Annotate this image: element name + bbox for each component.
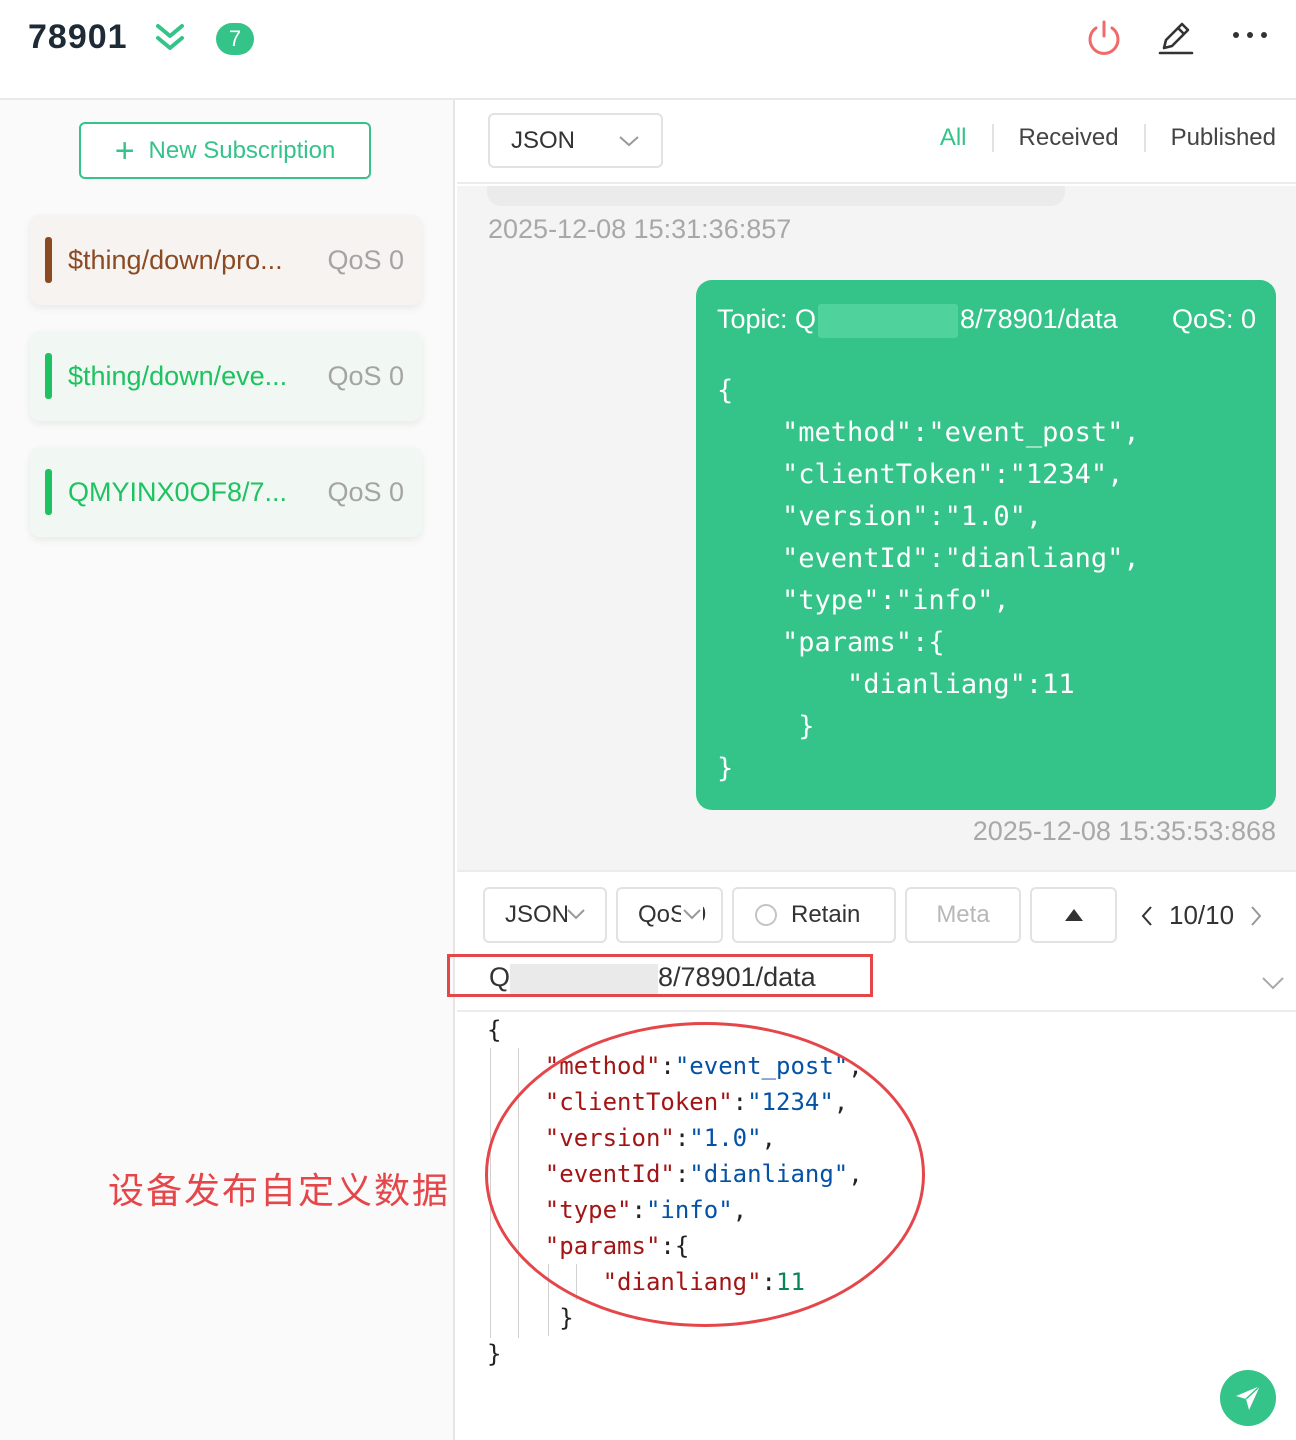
retain-toggle[interactable]: Retain <box>732 887 896 943</box>
meta-button[interactable]: Meta <box>905 887 1021 943</box>
chevron-down-icon <box>567 909 585 920</box>
chevrons-down-icon[interactable] <box>152 20 188 56</box>
publish-format-select[interactable]: JSON <box>483 887 607 943</box>
message-list[interactable]: 2025-12-08 15:31:36:857 Topic: Q 8/78901/… <box>457 186 1296 870</box>
message-tabs: All Received Published <box>915 124 1276 152</box>
tab-received[interactable]: Received <box>994 124 1144 152</box>
triangle-up-icon <box>1064 909 1083 921</box>
subscription-item[interactable]: $thing/down/eve... QoS 0 <box>30 331 422 421</box>
previous-message-bubble <box>487 186 1065 206</box>
edit-icon[interactable] <box>1156 18 1196 58</box>
annotation-text: 设备发布自定义数据 <box>108 1170 451 1211</box>
retain-label: Retain <box>791 901 861 928</box>
chevron-down-icon <box>681 903 703 925</box>
subscription-sidebar: + New Subscription $thing/down/pro... Qo… <box>0 100 455 1440</box>
message-timestamp: 2025-12-08 15:35:53:868 <box>972 816 1276 846</box>
page-indicator: 10/10 <box>1169 900 1235 930</box>
collapse-button[interactable] <box>1030 887 1117 943</box>
send-icon <box>1236 1385 1261 1410</box>
new-subscription-label: New Subscription <box>148 136 336 164</box>
redacted-area <box>818 304 959 338</box>
subscription-color-bar <box>45 353 52 399</box>
payload-format-value: JSON <box>511 126 576 154</box>
subscription-topic: $thing/down/eve... <box>68 360 288 391</box>
message-topic-prefix: Topic: Q <box>717 304 817 335</box>
chevron-right-icon[interactable] <box>1246 904 1266 928</box>
meta-label: Meta <box>936 901 990 928</box>
send-button[interactable] <box>1220 1370 1276 1426</box>
subscription-item[interactable]: QMYINX0OF8/7... QoS 0 <box>30 447 422 537</box>
subscription-qos: QoS 0 <box>327 360 404 391</box>
subscription-color-bar <box>45 469 52 515</box>
subscription-topic: $thing/down/pro... <box>68 244 283 275</box>
top-header: 78901 7 <box>0 0 1296 100</box>
publish-qos-select[interactable]: QoS 0 <box>616 887 723 943</box>
chevron-down-icon <box>619 136 639 147</box>
message-qos: QoS: 0 <box>1171 304 1256 334</box>
more-icon[interactable] <box>1230 18 1270 58</box>
message-filter-bar: JSON All Received Published <box>457 100 1296 184</box>
message-topic: Topic: Q 8/78901/data <box>717 304 1118 338</box>
highlight-ellipse <box>485 1022 925 1327</box>
message-topic-suffix: 8/78901/data <box>960 304 1118 335</box>
power-icon[interactable] <box>1084 18 1124 58</box>
retain-radio[interactable] <box>755 904 777 926</box>
tab-published[interactable]: Published <box>1146 124 1276 152</box>
published-message-bubble: Topic: Q 8/78901/data QoS: 0 { "method":"… <box>696 280 1276 810</box>
connection-name: 78901 <box>28 18 128 56</box>
message-timestamp: 2025-12-08 15:31:36:857 <box>488 214 792 244</box>
tab-all[interactable]: All <box>915 124 992 152</box>
publish-format-value: JSON <box>505 901 570 928</box>
unread-count-badge: 7 <box>216 23 254 55</box>
subscription-item[interactable]: $thing/down/pro... QoS 0 <box>30 215 422 305</box>
chevron-down-icon[interactable] <box>1260 970 1286 996</box>
highlight-rectangle <box>447 954 873 997</box>
history-pagination: 10/10 <box>1137 900 1266 931</box>
message-payload: { "method":"event_post", "clientToken":"… <box>717 375 1140 784</box>
publish-area: JSON QoS 0 Retain Meta 10/10 Q 8/78901/d… <box>447 870 1296 1440</box>
subscription-color-bar <box>45 237 52 283</box>
subscription-topic: QMYINX0OF8/7... <box>68 476 288 507</box>
chevron-left-icon[interactable] <box>1137 904 1157 928</box>
subscription-qos: QoS 0 <box>327 244 404 275</box>
new-subscription-button[interactable]: + New Subscription <box>79 122 371 179</box>
subscription-qos: QoS 0 <box>327 476 404 507</box>
message-panel: JSON All Received Published 2025-12-08 1… <box>447 100 1296 1440</box>
plus-icon: + <box>114 131 135 170</box>
payload-format-select[interactable]: JSON <box>488 113 663 168</box>
